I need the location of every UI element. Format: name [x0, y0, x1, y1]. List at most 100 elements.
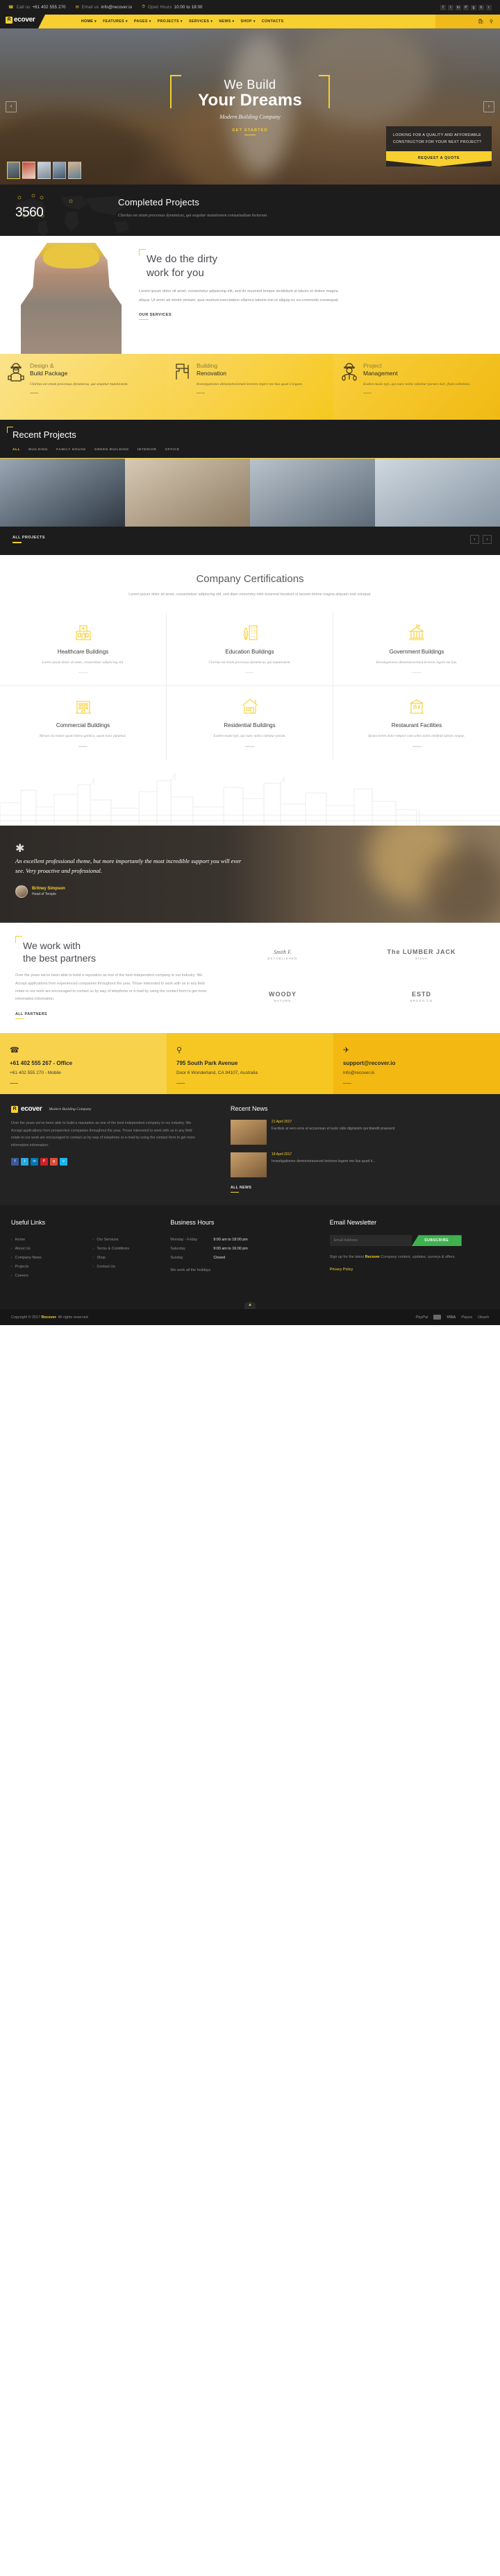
filter-interior[interactable]: INTERIOR [138, 448, 157, 452]
filter-all[interactable]: ALL [12, 448, 20, 452]
nav-item-news[interactable]: NEWS ▾ [219, 19, 234, 24]
hero-prev-arrow[interactable]: ‹ [6, 101, 17, 112]
footer-business-hours: Business Hours Monday - Friday 9:00 am t… [170, 1219, 329, 1280]
certification-card-residential[interactable]: Residential Buildings Eodem modo typi, q… [167, 686, 333, 760]
search-icon[interactable]: ⚲ [490, 19, 493, 24]
behance-icon[interactable]: b [478, 4, 484, 10]
filter-family-house[interactable]: FAMILY HOUSE [56, 448, 86, 452]
nav-item-projects[interactable]: PROJECTS ▾ [158, 19, 183, 24]
footer-link-careers[interactable]: › Careers [11, 1271, 89, 1280]
twitter-icon[interactable]: t [21, 1157, 28, 1166]
office-icon [4, 696, 162, 717]
google-plus-icon[interactable]: g [50, 1157, 58, 1166]
linkedin-icon[interactable]: in [31, 1157, 38, 1166]
site-logo[interactable]: Recover [6, 16, 35, 24]
contact-card-email[interactable]: ✈ support@recover.io info@recover.io [333, 1033, 500, 1095]
certification-card-government[interactable]: Government Buildings Investigationes dem… [333, 613, 500, 687]
hours-value: 9:00 am to 18:00 pm [213, 1237, 248, 1242]
facebook-icon[interactable]: f [440, 4, 446, 10]
filter-green-building[interactable]: GREEN BUILDING [94, 448, 129, 452]
nav-item-shop[interactable]: SHOP ▾ [241, 19, 256, 24]
privacy-policy-link[interactable]: Privacy Policy [330, 1268, 353, 1272]
projects-next-button[interactable]: › [483, 535, 492, 544]
filter-building[interactable]: BUILDING [28, 448, 48, 452]
twitter-icon[interactable]: t [448, 4, 453, 10]
hero-thumb[interactable] [7, 162, 20, 179]
nav-item-pages[interactable]: PAGES ▾ [134, 19, 151, 24]
all-projects-button[interactable]: ALL PROJECTS [12, 536, 45, 543]
project-tile[interactable] [250, 459, 375, 527]
hero-next-arrow[interactable]: › [483, 101, 494, 112]
pinterest-icon[interactable]: P [463, 4, 469, 10]
underline-accent [245, 746, 254, 747]
nav-item-home[interactable]: HOME ▾ [81, 19, 97, 24]
nav-item-features[interactable]: FEATURES ▾ [103, 19, 128, 24]
footer-news-block: Recent News 21 April 2017 Facilisis at v… [219, 1105, 489, 1193]
partner-logo-lumberjack[interactable]: The LUMBER JACK SILVA [354, 939, 489, 970]
request-quote-button[interactable]: REQUEST A QUOTE [386, 151, 492, 167]
topbar-hours-label: Open Hours [148, 5, 172, 10]
footer-link-terms[interactable]: › Terms & Conditions [93, 1244, 171, 1253]
certification-card-commercial[interactable]: Commercial Buildings Mirum est notare qu… [0, 686, 167, 760]
copyright-prefix: Copyright © 2017 [11, 1315, 42, 1320]
contact-card-phone[interactable]: ☎ +61 402 555 267 - Office +61 402 555 2… [0, 1033, 167, 1095]
facebook-icon[interactable]: f [11, 1157, 19, 1166]
all-news-button[interactable]: ALL NEWS [231, 1186, 489, 1193]
certification-title: Healthcare Buildings [57, 648, 109, 655]
certification-card-restaurant[interactable]: Restaurant Facilities Ipsum lorem dolor … [333, 686, 500, 759]
partner-logo-woody[interactable]: WOODY NATURE [215, 981, 350, 1012]
hero-thumb[interactable] [38, 162, 51, 179]
testimonial-content: ✱ An excellent professional theme, but m… [15, 843, 244, 898]
chevron-right-icon: › [92, 1255, 94, 1260]
hero-thumb[interactable] [68, 162, 81, 179]
all-partners-button[interactable]: ALL PARTNERS [15, 1012, 208, 1020]
hero-thumb[interactable] [22, 162, 35, 179]
contact-card-address[interactable]: ⚲ 795 South Park Avenue Door 6 Wonderlan… [167, 1033, 333, 1095]
footer-link-about-us[interactable]: › About Us [11, 1244, 89, 1253]
partner-logo-sub: ESTABLISHED [267, 956, 298, 960]
certification-card-education[interactable]: Education Buildings Claritas est etiam p… [167, 612, 333, 687]
hero-cta-button[interactable]: GET STARTED [232, 128, 268, 136]
shopping-bag-icon[interactable]: 🛍 [478, 19, 484, 24]
logo-mark: R [11, 1105, 18, 1113]
footer-logo[interactable]: R ecover Modern Building Company [11, 1105, 219, 1113]
our-services-button[interactable]: OUR SERVICES [139, 313, 347, 321]
project-tile[interactable] [125, 459, 250, 527]
topbar-hours: ⏱ Open Hours 10:00 to 18:00 [142, 5, 202, 10]
partner-logo-smith[interactable]: Smith F. ESTABLISHED [215, 939, 350, 970]
pinterest-icon[interactable]: P [40, 1157, 48, 1166]
nav-item-contacts[interactable]: CONTACTS [262, 19, 284, 24]
payment-methods: PayPal VISA Payza Okash [415, 1315, 489, 1320]
service-card-project-management[interactable]: Project Management Eodem modo typi, qui … [333, 354, 500, 420]
linkedin-icon[interactable]: in [456, 4, 461, 10]
topbar-email[interactable]: ✉ Email us info@recover.io [76, 5, 133, 10]
service-card-design-build[interactable]: Design & Build Package Claritas est etia… [0, 354, 167, 420]
news-item[interactable]: 21 April 2017 Facilisis at vero eros et … [231, 1120, 489, 1145]
vimeo-icon[interactable]: v [60, 1157, 67, 1166]
rss-icon[interactable]: r [486, 4, 492, 10]
google-plus-icon[interactable]: g [471, 4, 476, 10]
footer-link-company-news[interactable]: › Company News [11, 1253, 89, 1262]
footer-link-home[interactable]: › Home [11, 1235, 89, 1244]
chevron-down-icon: ▾ [125, 19, 128, 24]
footer-link-shop[interactable]: › Shop [93, 1253, 171, 1262]
email-field[interactable] [329, 1235, 412, 1247]
footer-link-contact-us[interactable]: › Contact Us [93, 1262, 171, 1271]
news-item[interactable]: 18 April 2017 Investigationes demonstrav… [231, 1152, 489, 1178]
hero-thumb[interactable] [53, 162, 66, 179]
footer-link-projects[interactable]: › Projects [11, 1262, 89, 1271]
topbar-phone[interactable]: ☎ Call us +61 402 555 270 [8, 5, 66, 10]
footer-link-our-services[interactable]: › Our Services [93, 1235, 171, 1244]
filter-office[interactable]: OFFICE [165, 448, 179, 452]
project-tile[interactable] [375, 459, 500, 527]
certification-card-healthcare[interactable]: Healthcare Buildings Lorem ipsum dolor s… [0, 612, 167, 687]
nav-item-services[interactable]: SERVICES ▾ [189, 19, 212, 24]
projects-prev-button[interactable]: ‹ [470, 535, 479, 544]
project-tile[interactable] [0, 459, 125, 527]
back-to-top[interactable]: ▲ [0, 1297, 500, 1310]
subscribe-button[interactable]: SUBSCRIBE [411, 1235, 462, 1247]
certification-desc: Claritas est etiam processus dynamicus, … [208, 660, 291, 665]
partner-logo-estd[interactable]: ESTD BRUSH CO [354, 981, 489, 1012]
service-card-building-renovation[interactable]: Building Renovation Investigationes demo… [167, 354, 333, 420]
chevron-down-icon: ▾ [94, 19, 97, 24]
